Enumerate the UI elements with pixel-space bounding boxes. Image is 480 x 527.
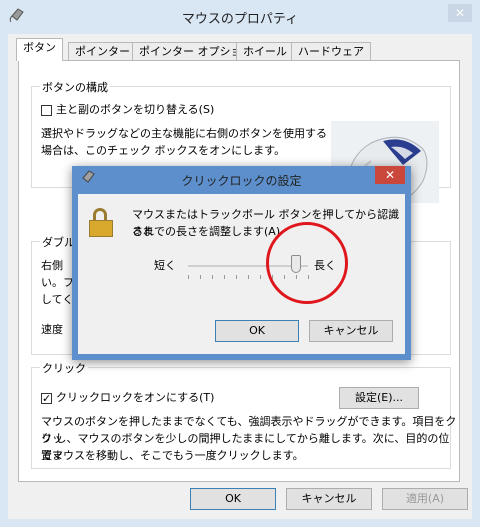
close-icon: ✕ [384, 168, 396, 182]
slider-tick [248, 275, 249, 279]
tab-buttons[interactable]: ボタン [16, 38, 63, 61]
double-click-speed-label: 速度 [41, 323, 63, 336]
slider-tick [200, 275, 201, 279]
lock-icon [88, 208, 114, 237]
dialog-close-button[interactable]: ✕ [375, 166, 405, 184]
slider-tick [260, 275, 261, 279]
clicklock-checkbox-label: クリックロックをオンにする(T) [56, 391, 215, 404]
slider-tick [188, 275, 189, 279]
clicklock-settings-dialog: クリックロックの設定 ✕ マウスまたはトラックボール ボタンを押してから認識され… [72, 166, 411, 360]
window-close-button[interactable]: ✕ [448, 4, 472, 22]
slider-tick [212, 275, 213, 279]
slider-tick [236, 275, 237, 279]
close-icon: ✕ [454, 6, 466, 20]
clicklock-settings-button[interactable]: 設定(E)... [339, 387, 419, 409]
dialog-cancel-button[interactable]: キャンセル [309, 320, 393, 342]
swap-checkbox-label: 主と副のボタンを切り替える(S) [56, 103, 215, 116]
dialog-title: クリックロックの設定 [181, 174, 302, 188]
dialog-message-2: るまでの長さを調整します(A) [132, 225, 281, 238]
slider-min-label: 短く [154, 259, 176, 272]
clicklock-desc-3: でマウスを移動し、そこでもう一度クリックします。 [41, 449, 304, 462]
swap-buttons-checkbox[interactable]: 主と副のボタンを切り替える(S) [41, 101, 214, 118]
clicklock-checkbox-box[interactable] [41, 390, 52, 407]
double-click-line-3: してく [41, 293, 74, 306]
clicklock-checkbox[interactable]: クリックロックをオンにする(T) [41, 389, 215, 407]
slider-tick [224, 275, 225, 279]
ok-button[interactable]: OK [190, 488, 276, 510]
tab-wheel[interactable]: ホイール [236, 42, 294, 60]
dialog-body: マウスまたはトラックボール ボタンを押してから認識され るまでの長さを調整します… [78, 194, 405, 354]
annotation-circle [266, 222, 348, 304]
button-config-desc-2: 場合は、このチェック ボックスをオンにします。 [41, 144, 286, 157]
title-bar: マウスのプロパティ ✕ [0, 0, 480, 34]
swap-checkbox-box[interactable] [41, 104, 52, 116]
dialog-ok-button[interactable]: OK [215, 320, 299, 342]
button-config-title: ボタンの構成 [40, 79, 110, 95]
cancel-button[interactable]: キャンセル [286, 488, 372, 510]
button-config-desc-1: 選択やドラッグなどの主な機能に右側のボタンを使用する [41, 127, 327, 140]
window-title: マウスのプロパティ [181, 12, 299, 27]
tab-pointers[interactable]: ポインター [68, 42, 137, 60]
tab-hardware[interactable]: ハードウェア [291, 42, 371, 60]
clicklock-title: クリック [40, 360, 88, 376]
apply-button[interactable]: 適用(A) [382, 488, 468, 510]
double-click-line-2: い。フ [41, 276, 74, 289]
double-click-line-1: 右側 [41, 259, 63, 272]
